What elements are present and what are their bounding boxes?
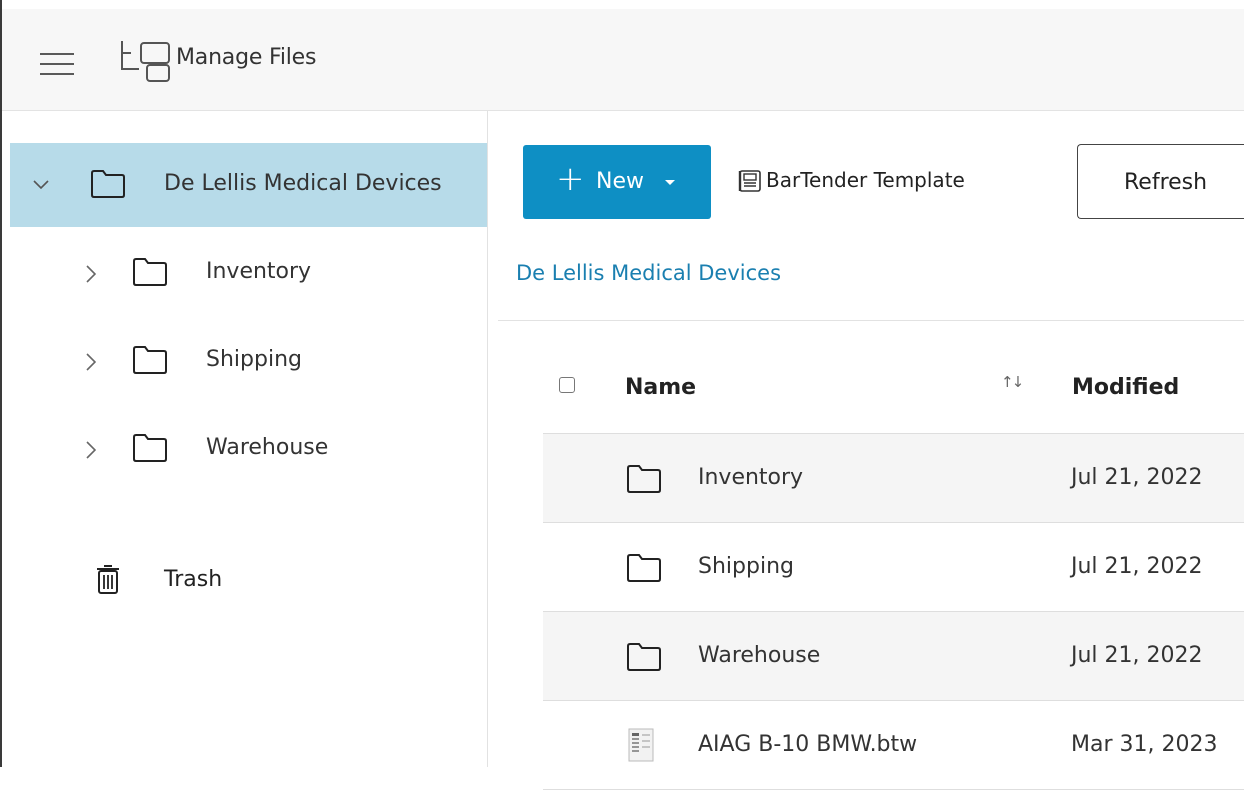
new-button[interactable]: + New <box>523 145 711 219</box>
bartender-template-label: BarTender Template <box>766 168 965 192</box>
refresh-button[interactable]: Refresh <box>1077 144 1244 219</box>
row-name: Shipping <box>698 554 794 579</box>
select-all-checkbox[interactable] <box>559 377 575 393</box>
main-content: + New BarTender Template Refresh De Lell… <box>488 111 1244 790</box>
refresh-button-label: Refresh <box>1124 170 1208 195</box>
folder-tree-icon <box>121 41 170 82</box>
row-modified: Jul 21, 2022 <box>1071 643 1203 668</box>
tree-item-label: De Lellis Medical Devices <box>164 171 442 196</box>
folder-icon <box>133 258 167 286</box>
tree-item-warehouse[interactable]: Warehouse <box>10 407 488 491</box>
tree-item-label: Warehouse <box>206 435 329 460</box>
folder-icon <box>627 465 661 493</box>
app-header: Manage Files <box>2 9 1244 111</box>
row-modified: Mar 31, 2023 <box>1071 732 1218 757</box>
row-modified: Jul 21, 2022 <box>1071 465 1203 490</box>
tree-item-root[interactable]: De Lellis Medical Devices <box>10 143 488 227</box>
folder-icon <box>91 170 125 198</box>
tree-item-inventory[interactable]: Inventory <box>10 231 488 315</box>
row-name: AIAG B-10 BMW.btw <box>698 732 918 757</box>
tree-item-label: Inventory <box>206 259 312 284</box>
folder-icon <box>627 643 661 671</box>
page-title: Manage Files <box>176 45 317 70</box>
row-modified: Jul 21, 2022 <box>1071 554 1203 579</box>
hamburger-menu-icon[interactable] <box>40 51 74 77</box>
folder-icon <box>133 434 167 462</box>
plus-icon: + <box>556 159 585 199</box>
trash-icon <box>97 565 119 594</box>
chevron-right-icon[interactable] <box>86 265 96 283</box>
template-icon <box>738 170 761 192</box>
chevron-down-icon[interactable] <box>33 180 49 190</box>
table-header: Name ↑↓ Modified <box>543 349 1244 434</box>
tree-item-label: Shipping <box>206 347 302 372</box>
row-name: Warehouse <box>698 643 821 668</box>
window-top-edge <box>0 0 1244 9</box>
row-name: Inventory <box>698 465 804 490</box>
sidebar-item-trash[interactable]: Trash <box>10 541 488 621</box>
table-row[interactable]: Warehouse Jul 21, 2022 <box>543 612 1244 701</box>
chevron-right-icon[interactable] <box>86 353 96 371</box>
column-header-modified[interactable]: Modified <box>1072 375 1179 400</box>
table-row[interactable]: AIAG B-10 BMW.btw Mar 31, 2023 <box>543 701 1244 790</box>
column-header-name[interactable]: Name <box>625 375 696 400</box>
table-row[interactable]: Inventory Jul 21, 2022 <box>543 434 1244 523</box>
btw-file-icon <box>628 728 654 762</box>
new-button-label: New <box>596 169 644 194</box>
breadcrumb[interactable]: De Lellis Medical Devices <box>516 261 781 285</box>
folder-tree-sidebar: De Lellis Medical Devices Inventory Ship… <box>2 111 488 767</box>
main-divider <box>498 320 1244 321</box>
folder-icon <box>133 346 167 374</box>
chevron-right-icon[interactable] <box>86 441 96 459</box>
sort-icon[interactable]: ↑↓ <box>1001 373 1024 391</box>
caret-down-icon <box>665 180 675 185</box>
folder-icon <box>627 554 661 582</box>
trash-label: Trash <box>164 567 223 592</box>
tree-item-shipping[interactable]: Shipping <box>10 319 488 403</box>
table-row[interactable]: Shipping Jul 21, 2022 <box>543 523 1244 612</box>
